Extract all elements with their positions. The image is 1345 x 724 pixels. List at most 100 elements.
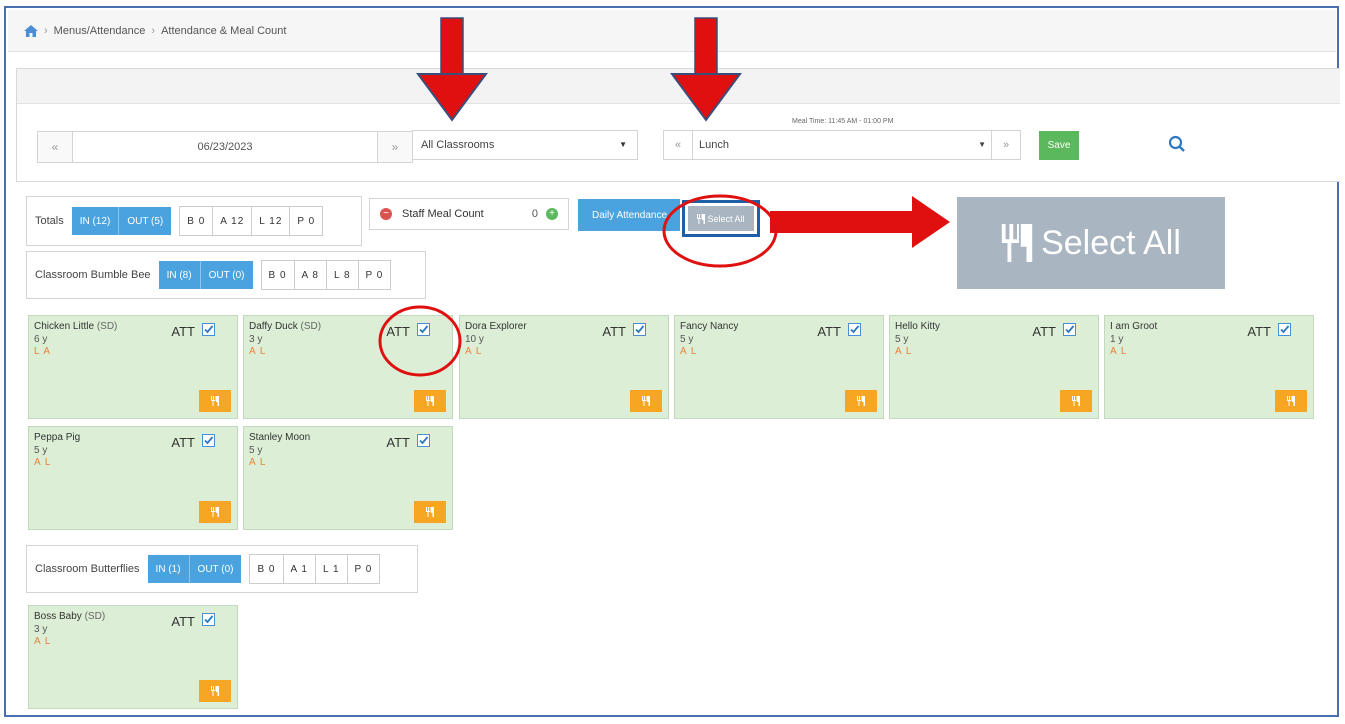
previous-meal-button[interactable]: « [664,139,692,151]
utensils-icon [1287,396,1295,406]
select-all-button[interactable]: Select All [688,206,754,231]
utensils-icon [426,507,434,517]
classroom-out-button[interactable]: OUT (0) [188,555,242,583]
minus-circle-icon[interactable]: − [380,208,392,220]
previous-date-button[interactable]: « [38,132,72,162]
classroom-in-button[interactable]: IN (8) [158,261,200,289]
totals-out-button[interactable]: OUT (5) [118,207,172,235]
att-label: ATT [602,324,626,339]
totals-meal-counts: B 0 A 12 L 12 P 0 [179,206,324,236]
child-name: Chicken Little (SD) [34,321,118,332]
child-age: 10 y [465,334,484,345]
count-pm-snack: P 0 [297,215,316,227]
child-card: Fancy Nancy 5 y A L ATT [674,315,884,419]
meal-select-value: Lunch [699,139,729,151]
checkbox-icon[interactable] [202,323,215,336]
child-age: 5 y [249,445,263,456]
child-meals: A L [895,346,913,357]
child-card: Boss Baby (SD) 3 y A L ATT [28,605,238,709]
classroom-in-button[interactable]: IN (1) [147,555,189,583]
utensils-icon [211,686,219,696]
breadcrumb-separator: › [44,24,48,37]
search-icon[interactable] [1168,135,1186,153]
meal-button[interactable] [1060,390,1092,412]
att-label: ATT [171,614,195,629]
child-age: 5 y [680,334,694,345]
child-name: I am Groot [1110,321,1158,332]
checkbox-icon[interactable] [417,434,430,447]
classroom-out-button[interactable]: OUT (0) [199,261,253,289]
staff-meal-value[interactable]: 0 [532,208,538,220]
next-date-button[interactable]: » [378,132,412,162]
child-name: Dora Explorer [465,321,527,332]
breadcrumb: › Menus/Attendance › Attendance & Meal C… [8,10,1336,52]
child-age: 1 y [1110,334,1124,345]
att-label: ATT [1032,324,1056,339]
meal-button[interactable] [630,390,662,412]
totals-in-button[interactable]: IN (12) [71,207,119,235]
checkbox-icon[interactable] [202,434,215,447]
att-label: ATT [1247,324,1271,339]
meal-button[interactable] [199,501,231,523]
child-age: 5 y [895,334,909,345]
filter-panel-header [17,69,1340,104]
att-label: ATT [171,324,195,339]
daily-attendance-button[interactable]: Daily Attendance [578,199,680,231]
meal-button[interactable] [199,680,231,702]
select-all-label: Select All [707,213,745,224]
classroom-label: Classroom Bumble Bee [35,269,151,281]
checkbox-icon[interactable] [417,323,430,336]
child-card: Daffy Duck (SD) 3 y A L ATT [243,315,453,419]
staff-meal-label: Staff Meal Count [402,208,484,220]
save-button[interactable]: Save [1039,131,1079,160]
count-breakfast: B 0 [250,555,284,583]
utensils-icon [697,213,706,224]
classroom-select[interactable]: All Classrooms ▼ [412,130,638,160]
child-card: Dora Explorer 10 y A L ATT [459,315,669,419]
classroom-label: Classroom Butterflies [35,563,140,575]
child-age: 3 y [34,624,48,635]
meal-button[interactable] [1275,390,1307,412]
child-age: 6 y [34,334,48,345]
meal-button[interactable] [845,390,877,412]
checkbox-icon[interactable] [1063,323,1076,336]
classroom-meal-counts: B 0 A 8 L 8 P 0 [260,260,392,290]
count-lunch: L 12 [252,207,291,235]
att-label: ATT [171,435,195,450]
breadcrumb-separator: › [151,24,156,37]
count-breakfast: B 0 [180,207,214,235]
att-label: ATT [386,324,410,339]
breadcrumb-item-menus[interactable]: Menus/Attendance [54,25,146,37]
att-label: ATT [817,324,841,339]
classroom-bar: Classroom Butterflies IN (1) OUT (0) B 0… [26,545,418,593]
meal-select-group: « Lunch ▼ » [663,130,1021,160]
classroom-select-value: All Classrooms [421,139,495,151]
count-pm-snack: P 0 [354,563,373,575]
checkbox-icon[interactable] [848,323,861,336]
child-name: Daffy Duck (SD) [249,321,322,332]
child-meals: A L [249,346,267,357]
child-meals: A L [1110,346,1128,357]
totals-label: Totals [35,215,64,227]
select-all-zoomed: Select All [957,197,1225,289]
classroom-bar: Classroom Bumble Bee IN (8) OUT (0) B 0 … [26,251,426,299]
select-all-button-highlight: Select All [682,200,760,237]
count-am-snack: A 1 [284,555,316,583]
count-pm-snack: P 0 [365,269,384,281]
plus-circle-icon[interactable]: + [546,208,558,220]
meal-select[interactable]: Lunch [692,131,989,159]
checkbox-icon[interactable] [633,323,646,336]
checkbox-icon[interactable] [1278,323,1291,336]
meal-time-label: Meal Time: 11:45 AM - 01:00 PM [792,118,894,125]
home-icon[interactable] [24,24,38,37]
date-field[interactable]: 06/23/2023 [72,132,378,162]
child-card: Chicken Little (SD) 6 y L A ATT [28,315,238,419]
meal-button[interactable] [414,390,446,412]
child-card: Peppa Pig 5 y A L ATT [28,426,238,530]
meal-button[interactable] [199,390,231,412]
next-meal-button[interactable]: » [991,131,1020,159]
child-meals: A L [34,636,52,647]
checkbox-icon[interactable] [202,613,215,626]
staff-meal-count: − Staff Meal Count 0 + [369,198,569,230]
meal-button[interactable] [414,501,446,523]
